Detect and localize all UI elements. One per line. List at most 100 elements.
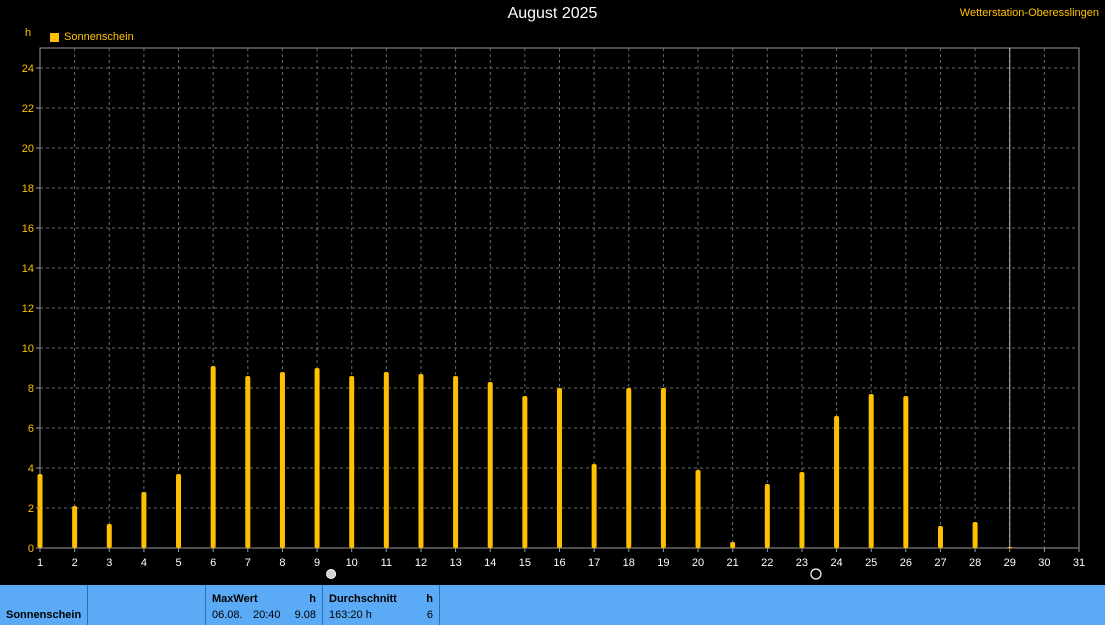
y-tick-label: 12	[22, 303, 34, 315]
bar	[834, 416, 840, 548]
x-tick-label: 30	[1038, 557, 1050, 569]
station-name: Wetterstation-Oberesslingen	[959, 7, 1099, 19]
max-time: 20:40	[253, 609, 281, 621]
bar	[176, 474, 182, 548]
max-header: MaxWert	[212, 593, 258, 605]
x-tick-label: 18	[623, 557, 635, 569]
x-tick-label: 7	[245, 557, 251, 569]
x-axis-ticks: 1 2 3 4 5 6 7 8 9 10 11 12 13 14 15 16 17 18 19 20 21 22 23 24 2…	[37, 548, 1085, 569]
y-tick-label: 10	[22, 343, 34, 355]
avg-total: 163:20 h	[329, 609, 372, 621]
bar	[279, 372, 285, 548]
x-tick-label: 3	[106, 557, 112, 569]
x-tick-label: 4	[141, 557, 147, 569]
x-tick-label: 29	[1004, 557, 1016, 569]
bar	[522, 396, 528, 548]
y-tick-label: 6	[28, 423, 34, 435]
stats-empty-cell	[88, 585, 206, 625]
stats-series-cell: Sonnenschein	[0, 585, 88, 625]
bar	[487, 382, 493, 548]
legend-swatch	[50, 32, 59, 42]
chart-title: August 2025	[507, 5, 598, 22]
x-tick-label: 31	[1073, 557, 1085, 569]
x-tick-label: 5	[175, 557, 181, 569]
x-tick-label: 22	[761, 557, 773, 569]
avg-value: 6	[426, 609, 433, 621]
y-tick-label: 22	[22, 103, 34, 115]
bar	[106, 524, 112, 548]
x-tick-label: 21	[727, 557, 739, 569]
stats-avg-cell: Durchschnitt h 163:20 h 6	[323, 585, 440, 625]
x-tick-label: 15	[519, 557, 531, 569]
bar	[210, 366, 216, 548]
avg-unit: h	[426, 593, 433, 605]
x-tick-label: 1	[37, 557, 43, 569]
x-tick-label: 6	[210, 557, 216, 569]
bar	[1007, 547, 1013, 548]
legend-label: Sonnenschein	[64, 31, 134, 43]
x-tick-label: 16	[553, 557, 565, 569]
bar	[314, 368, 320, 548]
bar	[418, 374, 424, 548]
y-tick-label: 2	[28, 503, 34, 515]
bar	[383, 372, 389, 548]
y-axis-unit: h	[25, 27, 32, 39]
stats-series-label: Sonnenschein	[6, 609, 82, 621]
bar	[730, 542, 736, 548]
y-tick-label: 16	[22, 223, 34, 235]
x-tick-label: 19	[657, 557, 669, 569]
bar	[37, 474, 43, 548]
bar	[764, 484, 770, 548]
x-tick-label: 13	[449, 557, 461, 569]
bar	[868, 394, 874, 548]
full-moon-icon	[326, 569, 337, 579]
max-value: 9.08	[294, 609, 316, 621]
legend: Sonnenschein	[50, 31, 134, 43]
y-tick-label: 20	[22, 143, 34, 155]
bar	[695, 470, 701, 548]
y-tick-label: 24	[22, 63, 34, 75]
new-moon-icon	[810, 568, 822, 580]
bar	[557, 388, 562, 548]
bar	[937, 526, 943, 548]
bar	[972, 522, 978, 548]
bar	[245, 376, 251, 548]
x-tick-label: 23	[796, 557, 808, 569]
stats-max-cell: MaxWert h 06.08. 20:40 9.08	[206, 585, 323, 625]
bar	[349, 376, 355, 548]
bar	[903, 396, 909, 548]
bar	[799, 472, 805, 548]
x-tick-label: 28	[969, 557, 981, 569]
sunshine-chart: 024681012141618202224 1 2 3 4 5 6 7 8 9 10 11 12 13 1…	[22, 47, 1085, 580]
y-tick-label: 0	[28, 543, 34, 555]
x-tick-label: 17	[588, 557, 600, 569]
bar	[626, 388, 632, 548]
max-unit: h	[309, 593, 316, 605]
bar	[453, 376, 459, 548]
x-tick-label: 27	[934, 557, 946, 569]
x-tick-label: 24	[830, 557, 842, 569]
x-tick-label: 20	[692, 557, 704, 569]
stats-bar: Sonnenschein MaxWert h 06.08. 20:40 9.08…	[0, 585, 1105, 625]
x-tick-label: 14	[484, 557, 496, 569]
y-tick-label: 14	[22, 263, 34, 275]
x-tick-label: 9	[314, 557, 320, 569]
max-date: 06.08.	[212, 609, 243, 621]
bar	[591, 464, 597, 548]
bar	[141, 492, 147, 548]
y-tick-label: 8	[28, 383, 34, 395]
x-tick-label: 12	[415, 557, 427, 569]
bar	[72, 506, 78, 548]
x-tick-label: 25	[865, 557, 877, 569]
bar	[660, 388, 666, 548]
avg-header: Durchschnitt	[329, 593, 397, 605]
x-tick-label: 26	[900, 557, 912, 569]
y-axis-ticks: 024681012141618202224	[22, 63, 40, 555]
y-tick-label: 18	[22, 183, 34, 195]
x-tick-label: 10	[346, 557, 358, 569]
x-tick-label: 8	[279, 557, 285, 569]
x-tick-label: 11	[381, 557, 392, 569]
x-tick-label: 2	[72, 557, 78, 569]
moon-markers	[326, 568, 822, 580]
y-tick-label: 4	[28, 463, 34, 475]
